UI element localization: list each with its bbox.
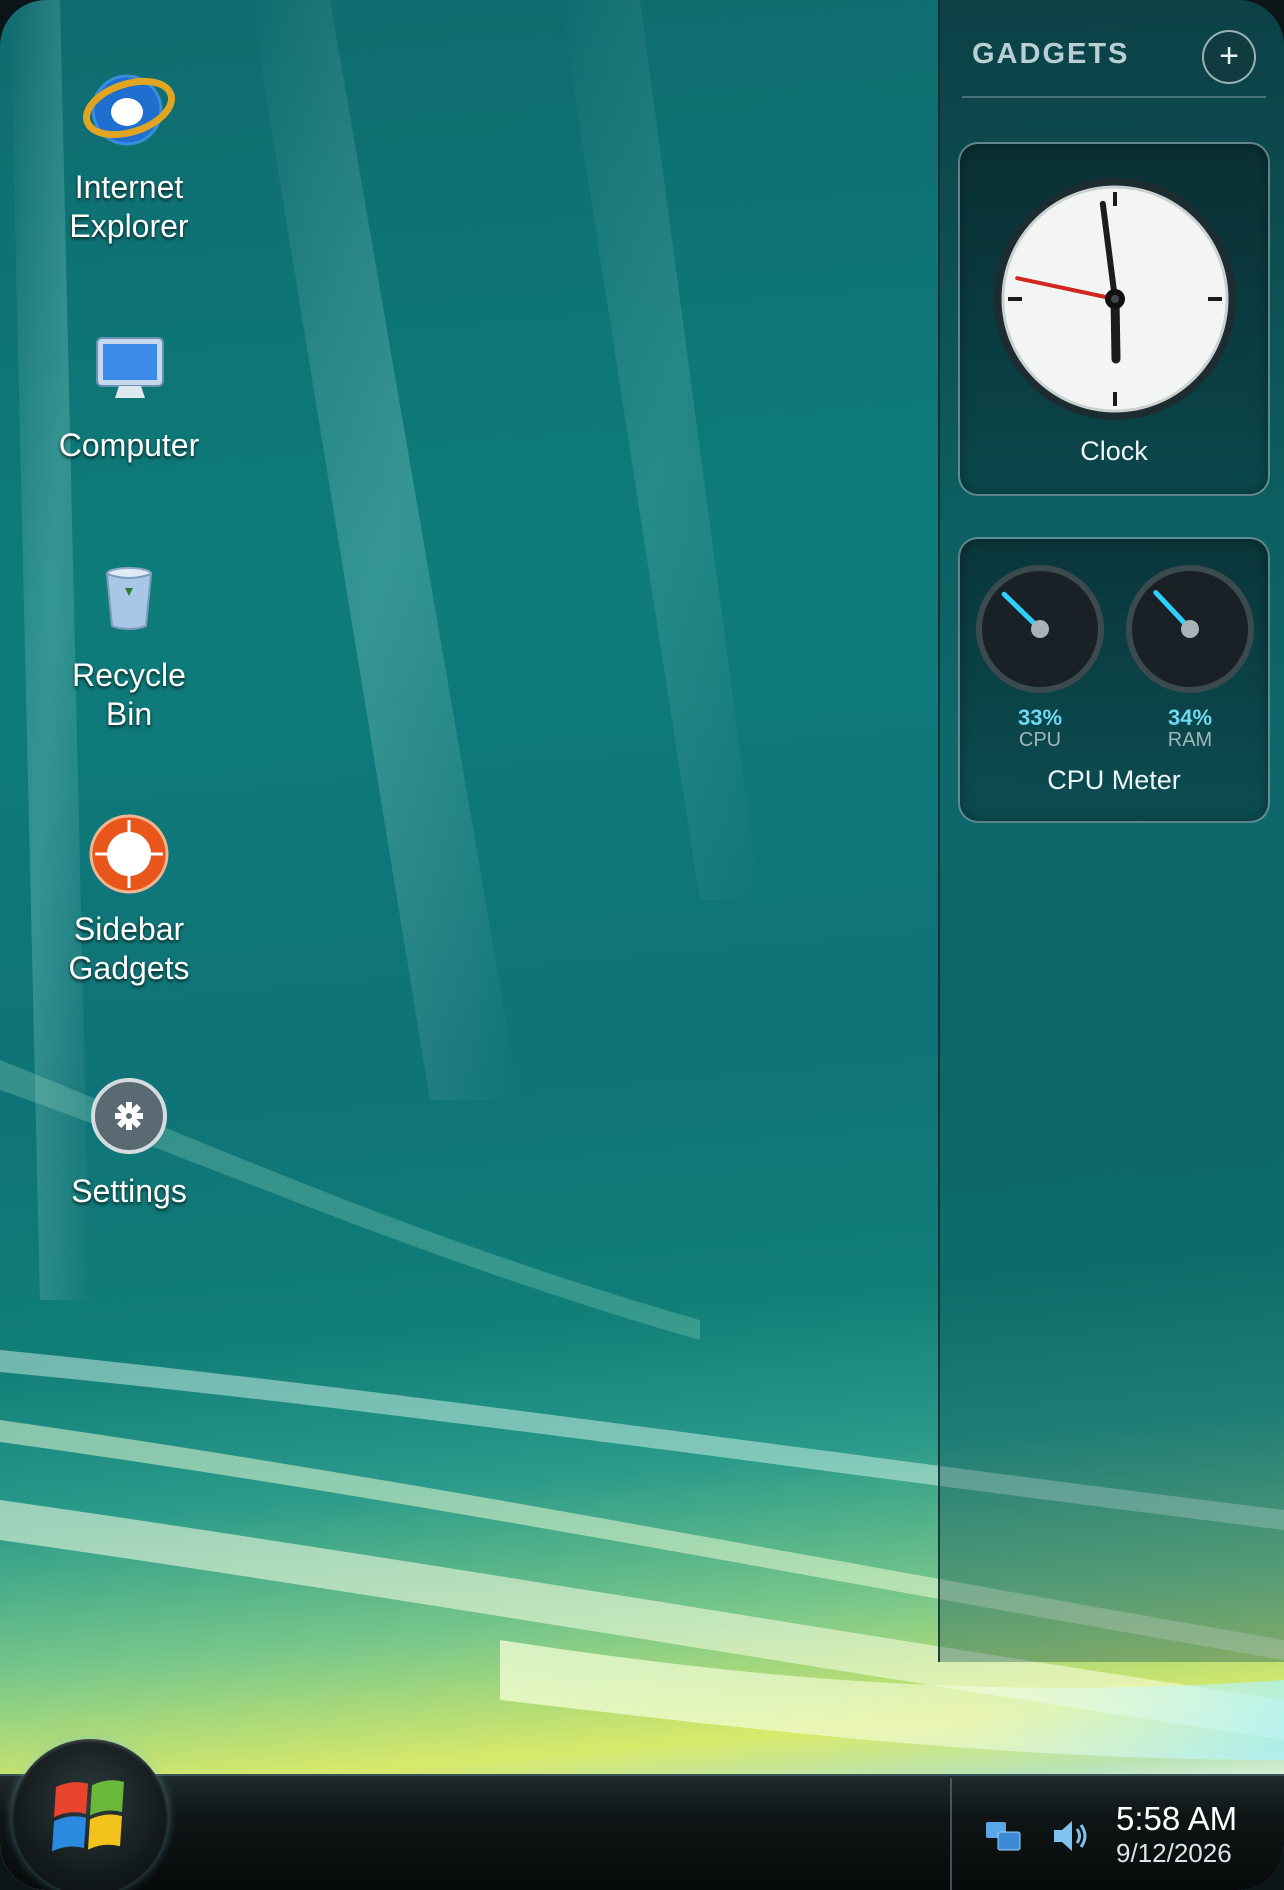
settings-icon — [81, 1068, 177, 1164]
desktop-icon-label: Computer — [58, 427, 200, 463]
desktop-icon-label: Settings — [71, 1173, 187, 1209]
volume-icon[interactable] — [1048, 1814, 1092, 1858]
sidebar-header: GADGETS + — [962, 30, 1266, 98]
computer-icon — [81, 322, 177, 418]
taskbar-time[interactable]: 5:58 AM — [1116, 1800, 1237, 1838]
gadgets-icon — [81, 806, 177, 902]
ram-label: RAM — [1167, 729, 1213, 751]
gadgets-sidebar: GADGETS + Clock 33% CPU 34% RAM CPU Mete… — [938, 0, 1284, 1662]
desktop: Internet Explorer Computer Recycle Bin S… — [0, 0, 1284, 1890]
cpu-meter-gadget[interactable]: 33% CPU 34% RAM CPU Meter — [958, 537, 1270, 823]
taskbar-date[interactable]: 9/12/2026 — [1116, 1838, 1232, 1869]
cpu-label: CPU — [1018, 729, 1062, 751]
desktop-icon-label: Sidebar Gadgets — [68, 911, 190, 986]
windows-logo-icon — [52, 1780, 124, 1852]
desktop-icon-settings[interactable]: Settings — [34, 1068, 224, 1211]
sidebar-title: GADGETS — [972, 38, 1130, 70]
internet-explorer-icon — [81, 64, 177, 160]
cpu-meter-title: CPU Meter — [1047, 765, 1181, 795]
start-button[interactable] — [12, 1739, 168, 1890]
system-tray: 5:58 AM 9/12/2026 — [950, 1778, 1284, 1890]
cpu-gauge — [976, 565, 1104, 693]
desktop-icon-label: Recycle Bin — [72, 657, 186, 732]
ram-value: 34% — [1167, 705, 1213, 730]
cpu-value: 33% — [1017, 705, 1063, 730]
desktop-icon-computer[interactable]: Computer — [34, 322, 224, 465]
clock-face — [994, 178, 1236, 420]
network-icon[interactable] — [982, 1814, 1026, 1858]
clock-gadget-title: Clock — [1080, 436, 1148, 466]
ram-gauge — [1126, 565, 1254, 693]
recycle-bin-icon — [81, 552, 177, 648]
clock-gadget[interactable]: Clock — [958, 142, 1270, 496]
desktop-icon-internet-explorer[interactable]: Internet Explorer — [34, 64, 224, 246]
desktop-icon-label: Internet Explorer — [69, 169, 189, 244]
desktop-icon-sidebar-gadgets[interactable]: Sidebar Gadgets — [34, 806, 224, 988]
desktop-icon-recycle-bin[interactable]: Recycle Bin — [34, 552, 224, 734]
add-gadget-button[interactable]: + — [1202, 30, 1256, 84]
